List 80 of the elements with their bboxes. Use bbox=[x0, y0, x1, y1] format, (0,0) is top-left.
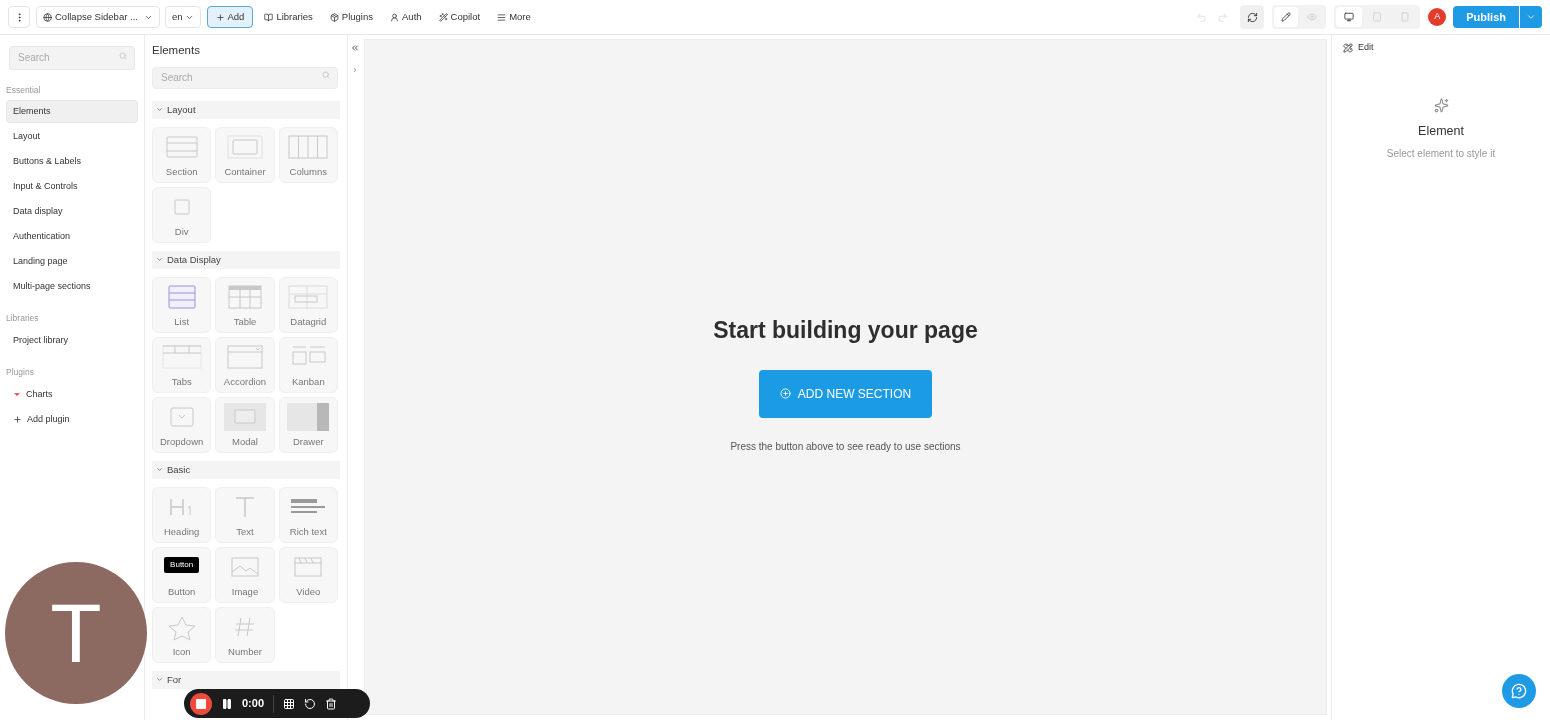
canvas-heading: Start building your page bbox=[713, 316, 978, 345]
sidebar-item[interactable]: Project library bbox=[6, 329, 138, 352]
tile-label: Heading bbox=[163, 527, 200, 537]
tile-label: Number bbox=[228, 647, 262, 657]
tile-label: Table bbox=[233, 317, 257, 327]
button-preview: Button bbox=[164, 556, 200, 573]
section-header[interactable]: For bbox=[152, 670, 340, 689]
sidebar-item[interactable]: Buttons & Labels bbox=[6, 150, 138, 174]
camera-bubble: T bbox=[5, 562, 147, 704]
element-tile[interactable]: Drawer bbox=[278, 396, 338, 453]
element-tile[interactable]: Icon bbox=[152, 606, 212, 663]
tile-label: Tabs bbox=[171, 377, 192, 387]
tile-label: Accordion bbox=[223, 377, 267, 387]
group-heading: Essential bbox=[6, 83, 42, 97]
sidebar-item[interactable]: Layout bbox=[6, 125, 138, 149]
element-tile[interactable]: Video bbox=[278, 546, 338, 603]
inspector-title: Element bbox=[1418, 122, 1464, 140]
element-tile[interactable]: Div bbox=[152, 186, 212, 243]
group-heading: Libraries bbox=[6, 312, 40, 325]
element-tile[interactable]: Rich text bbox=[278, 486, 338, 543]
toolbar-tab[interactable]: Plugins bbox=[323, 6, 379, 28]
tile-label: Modal bbox=[232, 437, 258, 447]
tile-label: Rich text bbox=[289, 527, 327, 537]
recording-time: 0:00 bbox=[242, 696, 265, 712]
element-tile[interactable]: Dropdown bbox=[152, 396, 212, 453]
toolbar-tab[interactable]: Libraries bbox=[258, 6, 319, 28]
sidebar-item[interactable]: Add plugin bbox=[6, 407, 138, 431]
search-field[interactable]: Search bbox=[9, 45, 135, 70]
sidebar-item[interactable]: Input & Controls bbox=[6, 175, 138, 199]
tile-label: Section bbox=[165, 167, 198, 177]
tile-label: Columns bbox=[289, 167, 328, 177]
sidebar-item[interactable]: Multi-page sections bbox=[6, 275, 138, 299]
toolbar-tab[interactable]: Add bbox=[206, 6, 254, 28]
language-dropdown[interactable]: en bbox=[164, 6, 201, 28]
tile-label: Image bbox=[231, 587, 259, 597]
sidebar-item[interactable]: Authentication bbox=[6, 225, 138, 249]
tile-label: Text bbox=[236, 527, 254, 537]
element-tile[interactable]: Datagrid bbox=[278, 276, 338, 333]
tile-label: Drawer bbox=[293, 437, 324, 447]
group-heading: Plugins bbox=[6, 366, 35, 379]
element-tile[interactable]: List bbox=[152, 276, 212, 333]
user-avatar[interactable]: A bbox=[1428, 8, 1447, 26]
tile-label: Video bbox=[296, 587, 321, 597]
tile-label: Dropdown bbox=[160, 437, 204, 447]
sidebar-item[interactable]: Data display bbox=[6, 200, 138, 224]
tile-label: Button bbox=[167, 587, 196, 597]
element-tile[interactable]: Container bbox=[215, 126, 275, 183]
element-tile[interactable]: Number bbox=[215, 606, 275, 663]
sidebar-item[interactable]: Elements bbox=[6, 100, 138, 124]
toolbar-tab[interactable]: Copilot bbox=[432, 6, 487, 28]
tile-label: Div bbox=[174, 227, 189, 237]
element-tile[interactable]: Modal bbox=[215, 396, 275, 453]
element-tile[interactable]: Kanban bbox=[278, 336, 338, 393]
inspector-subtitle: Select element to style it bbox=[1386, 147, 1496, 162]
toolbar-tab[interactable]: Auth bbox=[384, 6, 428, 28]
tile-label: Container bbox=[224, 167, 266, 177]
search-field[interactable]: Search bbox=[152, 66, 338, 89]
element-tile[interactable]: Tabs bbox=[152, 336, 212, 393]
edit-tab[interactable]: Edit bbox=[1358, 41, 1374, 55]
element-tile[interactable]: Columns bbox=[278, 126, 338, 183]
tile-label: Icon bbox=[172, 647, 191, 657]
element-tile[interactable]: Image bbox=[215, 546, 275, 603]
element-tile[interactable]: Accordion bbox=[215, 336, 275, 393]
element-tile[interactable]: Heading bbox=[152, 486, 212, 543]
section-header[interactable]: Basic bbox=[152, 460, 340, 479]
panel-title: Elements bbox=[152, 43, 201, 58]
element-tile[interactable]: Text bbox=[215, 486, 275, 543]
tile-label: Datagrid bbox=[290, 317, 327, 327]
sidebar-item[interactable]: Charts bbox=[6, 382, 138, 406]
element-tile[interactable]: Section bbox=[152, 126, 212, 183]
tile-label: List bbox=[174, 317, 190, 327]
section-header[interactable]: Layout bbox=[152, 100, 340, 119]
element-tile[interactable]: Table bbox=[215, 276, 275, 333]
page-dropdown[interactable]: Collapse Sidebar ... bbox=[36, 6, 160, 28]
section-header[interactable]: Data Display bbox=[152, 250, 340, 269]
tile-label: Kanban bbox=[291, 377, 325, 387]
sidebar-item[interactable]: Landing page bbox=[6, 250, 138, 274]
toolbar-tab[interactable]: More bbox=[491, 6, 537, 28]
canvas-hint: Press the button above to see ready to use sections bbox=[730, 439, 961, 454]
element-tile[interactable]: Button Button bbox=[152, 546, 212, 603]
